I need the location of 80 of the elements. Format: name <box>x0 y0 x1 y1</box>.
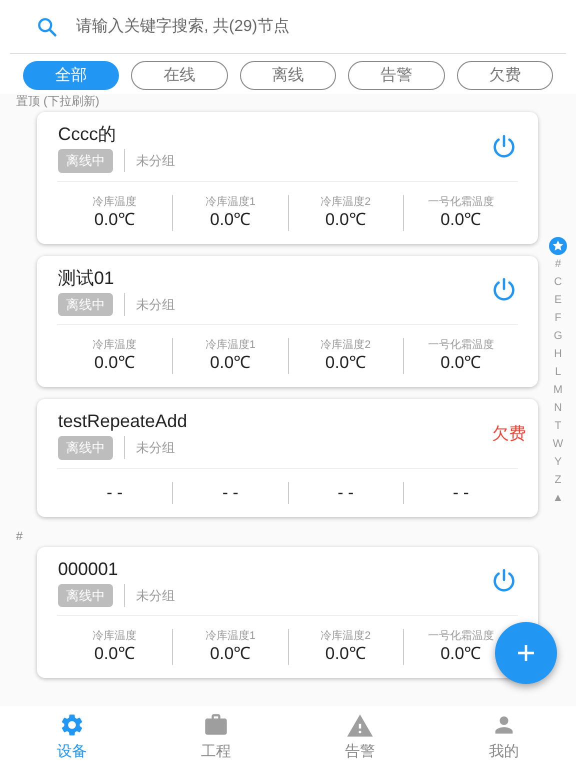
search-field[interactable]: 请输入关键字搜索, 共(29)节点 <box>10 0 566 54</box>
metric-value: 0.0℃ <box>94 352 135 374</box>
group-label: 未分组 <box>136 439 175 457</box>
search-icon <box>36 16 58 38</box>
metric-label: 冷库温度2 <box>320 194 371 208</box>
device-name: 测试01 <box>58 266 116 290</box>
device-card[interactable]: Cccc的 离线中 未分组 冷库温度 0.0℃ 冷库温度1 0.0℃ 冷库温度2 0.0℃ 一号化霜温度 0.0℃ <box>37 112 538 244</box>
metric-label: 一号化霜温度 <box>428 338 494 352</box>
metric-value: 0.0℃ <box>210 643 251 665</box>
metric-value: 0.0℃ <box>94 643 135 665</box>
device-card[interactable]: 000001 离线中 未分组 冷库温度 0.0℃ 冷库温度1 0.0℃ 冷库温度2 0.0℃ 一号化霜温度 0.0℃ <box>37 546 538 678</box>
metric-value: 0.0℃ <box>440 352 482 374</box>
filter-tab[interactable]: 离线 <box>240 61 336 90</box>
metric-label: 冷库温度1 <box>205 338 256 352</box>
index-letter[interactable]: M <box>553 383 563 397</box>
nav-tab[interactable]: 我的 <box>432 706 576 768</box>
group-label: 未分组 <box>136 152 175 170</box>
device-card[interactable]: 测试01 离线中 未分组 冷库温度 0.0℃ 冷库温度1 0.0℃ 冷库温度2 0.0℃ 一号化霜温度 0.0℃ <box>37 256 538 387</box>
metric-value: 0.0℃ <box>210 352 251 374</box>
metric-value: 0.0℃ <box>325 352 366 374</box>
status-badge: 离线中 <box>58 292 113 316</box>
search-input[interactable]: 请输入关键字搜索, 共(29)节点 <box>76 14 540 38</box>
gear-icon <box>59 712 85 738</box>
metric-value: - - <box>338 482 354 504</box>
add-button[interactable] <box>495 622 557 684</box>
status-badge: 离线中 <box>58 436 113 460</box>
section-header: 置顶 (下拉刷新) <box>16 94 100 108</box>
arrears-label: 欠费 <box>492 423 526 445</box>
section-header: # <box>16 528 23 542</box>
power-icon[interactable] <box>491 568 517 594</box>
index-letter[interactable]: G <box>554 329 562 343</box>
status-badge: 离线中 <box>58 584 113 607</box>
index-letter[interactable]: Y <box>554 455 562 469</box>
metric-value: 0.0℃ <box>325 643 366 665</box>
index-letter[interactable]: # <box>554 257 562 271</box>
status-badge: 离线中 <box>58 149 113 172</box>
index-letter[interactable]: E <box>554 293 562 307</box>
filter-tab[interactable]: 告警 <box>348 61 445 90</box>
nav-tab[interactable]: 设备 <box>0 706 144 768</box>
metric-label: 一号化霜温度 <box>428 194 494 208</box>
group-label: 未分组 <box>136 586 175 604</box>
index-letter[interactable]: C <box>554 275 562 289</box>
metric-label: 冷库温度 <box>92 338 137 352</box>
metric-value: 0.0℃ <box>94 208 135 230</box>
index-letter[interactable]: Z <box>554 473 562 487</box>
metric-value: - - <box>452 482 469 504</box>
metric-label: 冷库温度1 <box>205 629 256 643</box>
index-letter[interactable]: W <box>552 437 564 451</box>
filter-tab[interactable]: 在线 <box>131 61 228 90</box>
group-label: 未分组 <box>136 296 175 314</box>
metric-label: 冷库温度1 <box>205 194 256 208</box>
metric-value: 0.0℃ <box>440 643 482 665</box>
metric-value: 0.0℃ <box>325 208 366 230</box>
metric-value: 0.0℃ <box>440 208 482 230</box>
filter-tab[interactable]: 欠费 <box>456 61 554 90</box>
device-card[interactable]: testRepeateAdd 离线中 未分组 欠费 - - - - - - - - <box>37 399 538 516</box>
metric-value: - - <box>222 482 238 504</box>
metric-value: 0.0℃ <box>210 208 251 230</box>
metric-label: 冷库温度 <box>92 629 137 643</box>
power-icon[interactable] <box>491 277 517 304</box>
index-letter[interactable]: F <box>554 311 562 325</box>
power-icon[interactable] <box>491 134 517 160</box>
index-letter[interactable]: T <box>554 419 562 433</box>
index-letter[interactable]: N <box>554 401 562 415</box>
metric-label: 一号化霜温度 <box>428 629 494 643</box>
index-letter[interactable]: H <box>554 347 562 361</box>
index-letter[interactable]: L <box>554 365 562 379</box>
nav-tab[interactable]: 告警 <box>288 706 432 768</box>
plus-icon <box>516 643 536 663</box>
warning-icon <box>346 712 374 738</box>
metric-label: 冷库温度 <box>92 194 137 208</box>
metric-value: - - <box>106 482 123 504</box>
device-name: 000001 <box>58 558 120 580</box>
filter-tab[interactable]: 全部 <box>23 61 120 90</box>
device-name: Cccc的 <box>58 123 117 146</box>
device-name: testRepeateAdd <box>58 410 188 433</box>
nav-tab[interactable]: 工程 <box>144 706 288 768</box>
metric-label: 冷库温度2 <box>320 338 371 352</box>
metric-label: 冷库温度2 <box>320 629 371 643</box>
index-letter[interactable]: ▲ <box>552 491 564 505</box>
